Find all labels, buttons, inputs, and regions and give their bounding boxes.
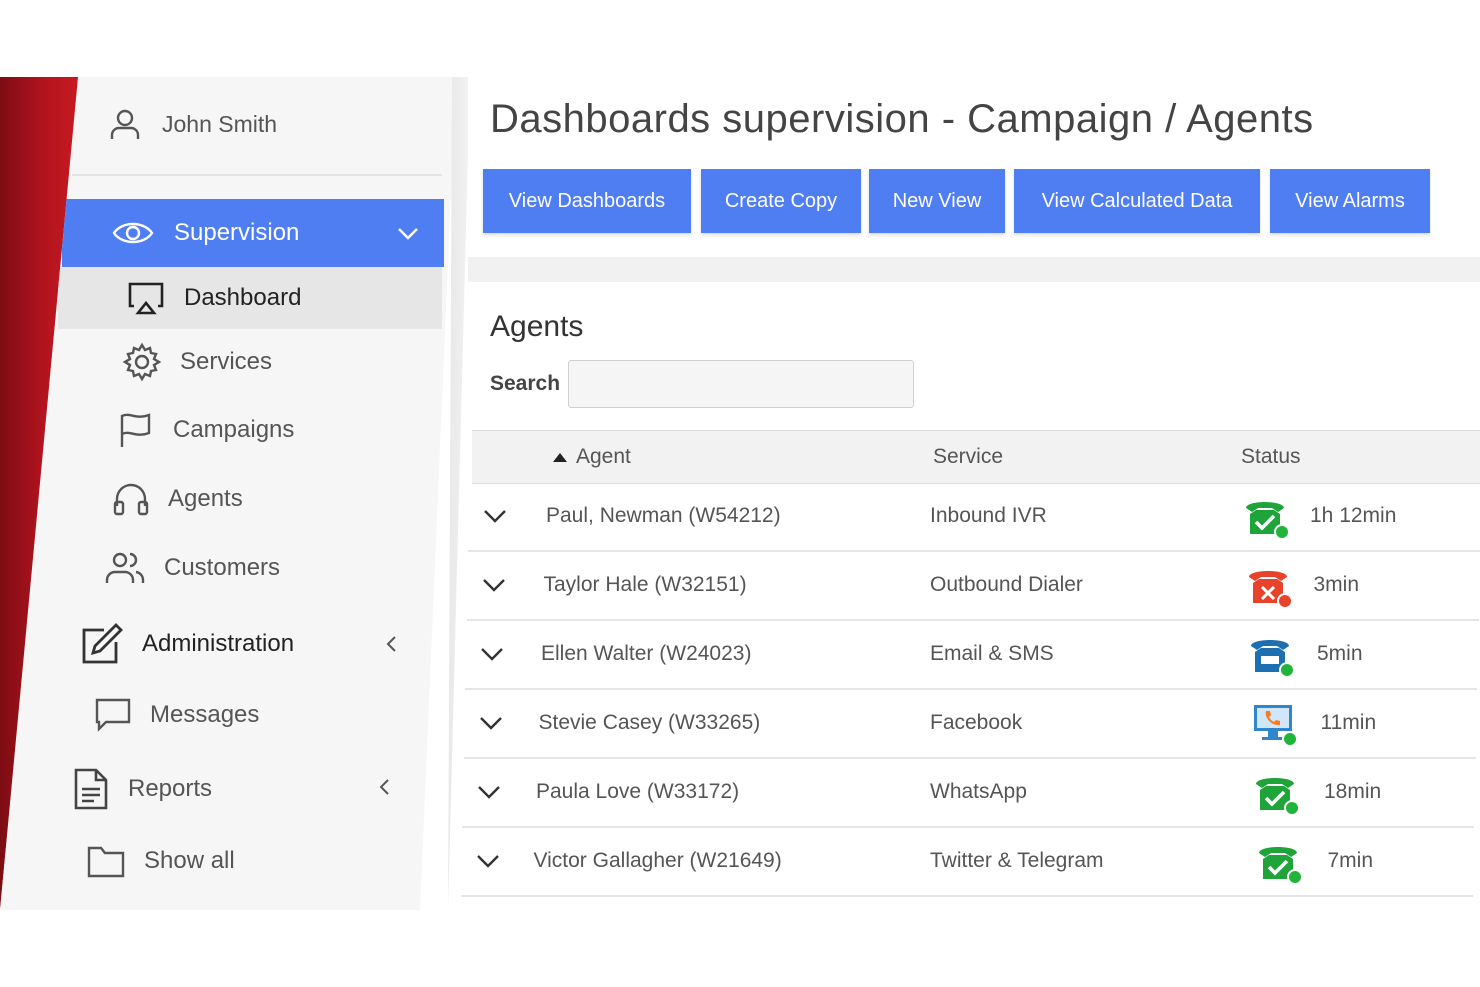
agent-service: Twitter & Telegram (930, 849, 1104, 872)
phone-busy-icon (1251, 640, 1295, 678)
table-row[interactable]: Taylor Hale (W32151) Outbound Dialer 3min (466, 553, 1479, 621)
sidebar-item-label: Show all (144, 847, 235, 874)
chevron-down-icon[interactable] (481, 575, 507, 595)
sidebar-item-label: Customers (164, 554, 281, 581)
phone-x-icon (1248, 571, 1293, 609)
panel-title: Agents (490, 310, 584, 343)
view-dashboards-button[interactable]: View Dashboards (483, 169, 691, 233)
sidebar-item-administration[interactable]: Administration (80, 622, 396, 666)
status-duration: 5min (1317, 642, 1363, 665)
eye-icon (112, 222, 154, 244)
message-icon (95, 698, 131, 732)
chevron-down-icon[interactable] (482, 506, 508, 526)
agent-name: Paul, Newman (W54212) (546, 504, 781, 527)
document-icon (74, 768, 108, 810)
header-panel: Dashboards supervision - Campaign / Agen… (468, 77, 1480, 257)
user-profile[interactable]: John Smith (108, 107, 277, 141)
chevron-left-icon (386, 636, 396, 652)
user-icon (110, 109, 140, 139)
main-content: Dashboards supervision - Campaign / Agen… (460, 77, 1480, 910)
phone-check-icon (1246, 502, 1290, 540)
agent-name: Ellen Walter (W24023) (541, 642, 752, 665)
table-row[interactable]: Stevie Casey (W33265) Facebook 11min (463, 691, 1476, 759)
chevron-down-icon[interactable] (476, 782, 502, 802)
sidebar-item-campaigns[interactable]: Campaigns (117, 411, 294, 449)
agent-service: Inbound IVR (930, 504, 1047, 527)
app-window: John Smith Supervision Dashboard Service… (0, 77, 1480, 910)
user-name: John Smith (162, 110, 278, 137)
chevron-left-icon (379, 779, 389, 795)
agent-service: Outbound Dialer (930, 573, 1083, 596)
sidebar-item-messages[interactable]: Messages (94, 697, 259, 733)
app-stage: John Smith Supervision Dashboard Service… (0, 0, 1480, 987)
agent-name: Victor Gallagher (W21649) (533, 849, 782, 872)
column-service-header[interactable]: Service (933, 445, 1003, 469)
flag-icon (120, 413, 151, 447)
sidebar-item-label: Reports (128, 775, 213, 802)
search-input[interactable] (568, 360, 914, 408)
create-copy-button[interactable]: Create Copy (701, 169, 861, 233)
sidebar-item-agents[interactable]: Agents (112, 480, 243, 518)
users-icon (105, 552, 145, 583)
table-row[interactable]: Paul, Newman (W54212) Inbound IVR 1h 12min (468, 484, 1480, 552)
monitor-phone-icon (1253, 705, 1298, 747)
sidebar-item-dashboard[interactable]: Dashboard (58, 267, 442, 329)
column-status-header[interactable]: Status (1241, 445, 1301, 469)
new-view-button[interactable]: New View (869, 169, 1005, 233)
view-calculated-data-button[interactable]: View Calculated Data (1014, 169, 1260, 233)
sidebar-item-reports[interactable]: Reports (72, 767, 389, 811)
status-duration: 11min (1320, 711, 1377, 734)
table-row[interactable]: Paula Love (W33172) WhatsApp 18min (462, 760, 1474, 828)
status-duration: 1h 12min (1310, 504, 1397, 527)
agent-name: Stevie Casey (W33265) (538, 711, 761, 734)
agent-name: Taylor Hale (W32151) (543, 573, 747, 596)
sidebar-item-label: Dashboard (184, 284, 302, 311)
agent-service: Email & SMS (930, 642, 1054, 665)
edit-icon (82, 623, 123, 664)
gear-icon (122, 342, 162, 382)
sidebar: John Smith Supervision Dashboard Service… (0, 77, 456, 910)
sort-ascending-icon (553, 453, 567, 463)
phone-check-icon (1256, 778, 1300, 816)
chevron-down-icon[interactable] (475, 851, 501, 871)
chevron-down-icon[interactable] (478, 713, 504, 733)
search-label: Search (490, 372, 561, 395)
agent-service: Facebook (930, 711, 1023, 734)
column-agent-header[interactable]: Agent (552, 445, 631, 469)
sidebar-item-services[interactable]: Services (122, 342, 272, 382)
column-label: Agent (576, 445, 631, 468)
agent-service: WhatsApp (930, 780, 1027, 803)
page-title: Dashboards supervision - Campaign / Agen… (490, 97, 1314, 141)
sidebar-item-label: Services (180, 348, 273, 375)
sidebar-item-label: Campaigns (173, 416, 295, 443)
sidebar-item-label: Messages (150, 701, 260, 728)
table-row[interactable]: Ellen Walter (W24023) Email & SMS 5min (465, 622, 1477, 690)
monitor-icon (128, 282, 164, 315)
sidebar-item-supervision[interactable]: Supervision (62, 199, 444, 267)
sidebar-item-customers[interactable]: Customers (104, 549, 280, 587)
chevron-down-icon[interactable] (479, 644, 505, 664)
table-header: Agent Service Status (472, 430, 1480, 484)
sidebar-item-label: Supervision (174, 219, 300, 246)
sidebar-item-show-all[interactable]: Show all (86, 843, 235, 879)
agent-name: Paula Love (W33172) (536, 780, 740, 803)
status-duration: 7min (1327, 849, 1374, 872)
headset-icon (113, 483, 149, 516)
table-row[interactable]: Victor Gallagher (W21649) Twitter & Teleg… (460, 829, 1473, 897)
folder-icon (87, 846, 125, 878)
sidebar-item-label: Administration (142, 630, 295, 657)
user-divider (72, 174, 442, 176)
sidebar-item-label: Agents (168, 485, 243, 512)
view-alarms-button[interactable]: View Alarms (1270, 169, 1430, 233)
status-duration: 18min (1324, 780, 1382, 803)
chevron-down-icon (398, 228, 418, 240)
status-duration: 3min (1313, 573, 1360, 596)
phone-check-icon (1258, 847, 1303, 885)
agents-panel: Agents Search Agent Service Status Paul,… (460, 282, 1480, 910)
